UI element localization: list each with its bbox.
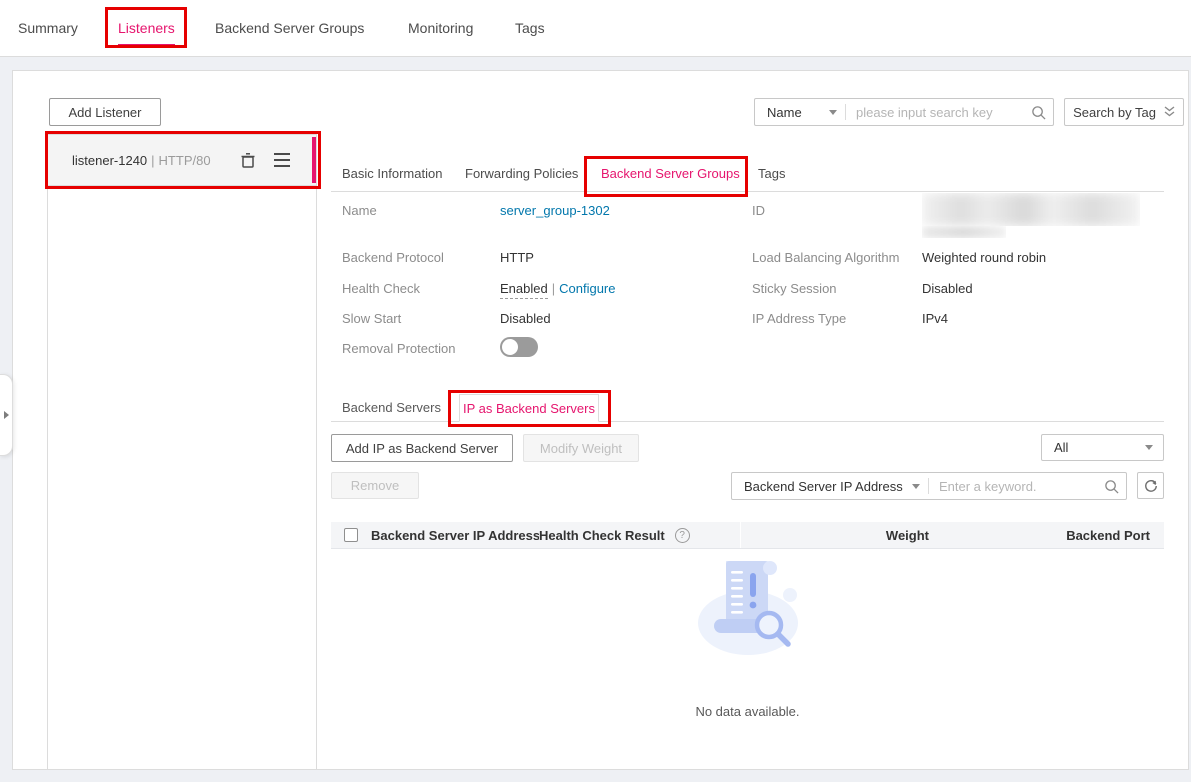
column-backend-port: Backend Port [941,528,1164,543]
status-filter-value: All [1054,440,1068,455]
detail-tab-bar: Basic Information Forwarding Policies Ba… [331,156,1164,192]
server-group-link[interactable]: server_group-1302 [500,203,610,218]
health-check-label: Health Check [342,281,420,296]
removal-protection-toggle[interactable] [500,337,538,357]
content-card: Add Listener Name Search by Tag listener… [12,70,1189,770]
listener-search-box: Name [754,98,1054,126]
search-by-tag-button[interactable]: Search by Tag [1064,98,1184,126]
chevron-down-icon [1145,445,1153,450]
detail-tab-basic-information[interactable]: Basic Information [342,156,442,191]
subtab-ip-as-backend-servers[interactable]: IP as Backend Servers [459,394,599,422]
removal-protection-label: Removal Protection [342,341,455,356]
backend-server-search-box: Backend Server IP Address [731,472,1127,500]
chevron-down-icon [912,484,920,489]
listener-list-panel: listener-1240|HTTP/80 [47,134,317,770]
chevron-down-icon [829,110,837,115]
subtab-backend-servers[interactable]: Backend Servers [342,394,441,422]
listener-separator: | [147,153,158,168]
column-health-check-result: Health Check Result ? [539,522,741,548]
health-check-value-group: Enabled|Configure [500,281,615,296]
empty-state: No data available. [331,553,1164,719]
keyword-input[interactable] [929,479,1096,494]
listener-name: listener-1240 [72,153,147,168]
slow-start-value: Disabled [500,311,551,326]
search-by-tag-label: Search by Tag [1073,105,1156,120]
search-filter-select[interactable]: Name [755,105,845,120]
tab-backend-server-groups[interactable]: Backend Server Groups [215,0,364,56]
listener-menu-icon[interactable] [274,153,290,167]
id-label: ID [752,203,765,218]
backend-search-filter-select[interactable]: Backend Server IP Address [732,479,928,494]
slow-start-label: Slow Start [342,311,401,326]
sticky-session-label: Sticky Session [752,281,837,296]
detail-tab-tags[interactable]: Tags [758,156,785,191]
delete-listener-icon[interactable] [240,152,256,169]
server-tabs-baseline [331,421,1164,422]
remove-button[interactable]: Remove [331,472,419,499]
ip-address-type-label: IP Address Type [752,311,846,326]
tab-monitoring[interactable]: Monitoring [408,0,473,56]
name-label: Name [342,203,377,218]
no-data-illustration [696,553,800,676]
ip-address-type-value: IPv4 [922,311,948,326]
no-data-text: No data available. [331,704,1164,719]
configure-health-check-link[interactable]: Configure [559,281,615,296]
add-listener-button[interactable]: Add Listener [49,98,161,126]
add-ip-as-backend-server-button[interactable]: Add IP as Backend Server [331,434,513,462]
detail-tab-forwarding-policies[interactable]: Forwarding Policies [465,156,578,191]
search-icon[interactable] [1096,473,1126,499]
double-chevron-icon [1164,106,1175,118]
sticky-session-value: Disabled [922,281,973,296]
modify-weight-button[interactable]: Modify Weight [523,434,639,462]
refresh-button[interactable] [1137,472,1164,499]
listener-protocol-port: HTTP/80 [159,153,211,168]
table-header-row: Backend Server IP Address Health Check R… [331,522,1164,549]
health-check-result-label: Health Check Result [539,528,665,543]
id-value-redacted-line2 [922,226,1006,238]
top-tab-bar: Summary Listeners Backend Server Groups … [0,0,1191,57]
help-icon[interactable]: ? [675,528,690,543]
id-value-redacted [922,193,1140,226]
search-filter-value: Name [767,105,802,120]
chevron-right-icon [4,411,9,419]
load-balancing-label: Load Balancing Algorithm [752,250,899,265]
health-check-status[interactable]: Enabled [500,281,548,299]
elb-listeners-page: Summary Listeners Backend Server Groups … [0,0,1191,782]
column-backend-server-ip[interactable]: Backend Server IP Address [371,528,539,543]
toggle-knob [502,339,518,355]
tab-listeners[interactable]: Listeners [118,0,175,56]
backend-protocol-value: HTTP [500,250,534,265]
health-check-separator: | [548,281,559,296]
search-input[interactable] [846,105,1023,120]
tab-tags[interactable]: Tags [515,0,545,56]
select-all-checkbox[interactable] [344,528,358,542]
detail-tab-backend-server-groups[interactable]: Backend Server Groups [601,156,740,191]
expand-panel-handle[interactable] [0,374,13,456]
selected-indicator-bar [312,137,316,183]
active-tab-underline [118,44,175,47]
load-balancing-value: Weighted round robin [922,250,1046,265]
search-icon[interactable] [1023,99,1053,125]
column-weight: Weight [741,528,941,543]
backend-protocol-label: Backend Protocol [342,250,444,265]
status-filter-dropdown[interactable]: All [1041,434,1164,461]
backend-search-filter-value: Backend Server IP Address [744,479,903,494]
tab-summary[interactable]: Summary [18,0,78,56]
listener-label: listener-1240|HTTP/80 [72,153,211,168]
listener-list-item[interactable]: listener-1240|HTTP/80 [48,135,316,186]
